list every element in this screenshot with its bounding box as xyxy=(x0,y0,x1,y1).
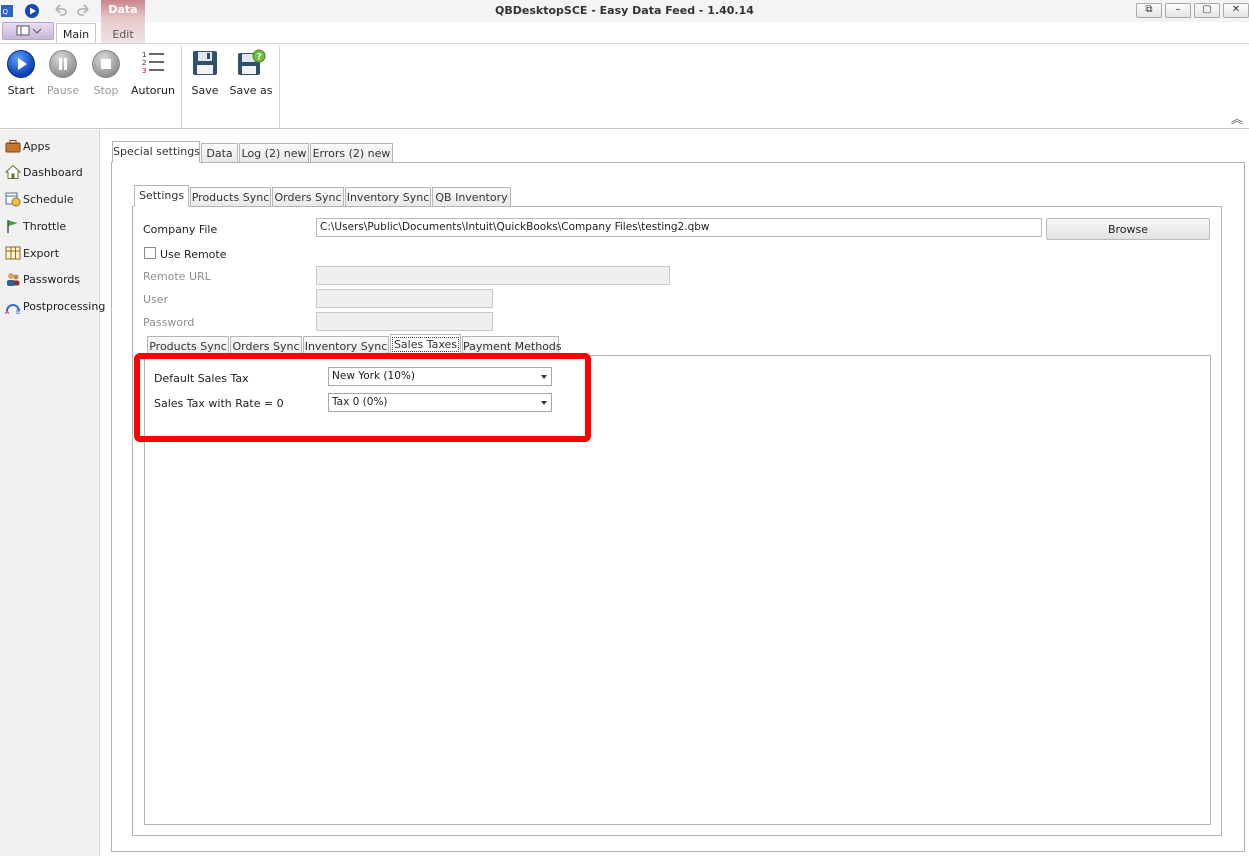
ribbon-separator xyxy=(279,46,280,128)
tab-inventory-sync[interactable]: Inventory Sync xyxy=(345,187,431,207)
svg-text:2: 2 xyxy=(142,59,146,67)
collapse-ribbon-icon[interactable]: ︽ xyxy=(1231,110,1243,127)
tab-main[interactable]: Main xyxy=(56,23,96,43)
company-file-input[interactable]: C:\Users\Public\Documents\Intuit\QuickBo… xyxy=(316,218,1042,237)
svg-text:A: A xyxy=(5,309,10,314)
sidebar-item-apps[interactable]: Apps xyxy=(5,136,50,156)
user-input[interactable] xyxy=(316,289,493,308)
table-icon xyxy=(5,246,21,260)
close-button[interactable]: ✕ xyxy=(1223,3,1249,18)
sidebar-item-dashboard[interactable]: Dashboard xyxy=(5,162,83,182)
save-label: Save xyxy=(191,84,219,97)
browse-button[interactable]: Browse xyxy=(1046,218,1210,240)
tab-orders-sync[interactable]: Orders Sync xyxy=(272,187,344,207)
use-remote-label: Use Remote xyxy=(160,248,227,261)
user-label: User xyxy=(143,293,169,306)
autorun-label: Autorun xyxy=(131,84,176,97)
stop-button[interactable]: Stop xyxy=(89,48,123,106)
use-remote-checkbox[interactable] xyxy=(144,247,156,259)
company-file-label: Company File xyxy=(143,223,218,236)
save-as-icon: ? xyxy=(235,48,267,78)
tab-errors[interactable]: Errors (2) new xyxy=(310,143,393,163)
ribbon-separator xyxy=(181,46,182,128)
svg-text:?: ? xyxy=(257,53,262,63)
sidebar-item-passwords[interactable]: Passwords xyxy=(5,269,80,289)
save-as-button[interactable]: ? Save as xyxy=(228,48,274,106)
svg-text:1: 1 xyxy=(142,51,146,59)
left-navigation xyxy=(0,130,100,856)
tab-special-settings[interactable]: Special settings xyxy=(112,141,200,163)
password-label: Password xyxy=(143,316,195,329)
pause-label: Pause xyxy=(46,84,80,97)
stop-icon xyxy=(92,50,120,78)
restore-layout-button[interactable]: ⧉ xyxy=(1136,3,1162,18)
postprocessing-icon: AB xyxy=(5,304,20,314)
minimize-button[interactable]: – xyxy=(1165,3,1191,18)
list-numbered-icon: 123 xyxy=(138,48,168,78)
password-input[interactable] xyxy=(316,312,493,331)
sidebar-item-label: Export xyxy=(23,246,60,260)
window-title: QBDesktopSCE - Easy Data Feed - 1.40.14 xyxy=(495,4,754,17)
sidebar-item-label: Apps xyxy=(23,139,51,153)
sidebar-item-throttle[interactable]: Throttle xyxy=(5,216,66,236)
sidebar-item-schedule[interactable]: Schedule xyxy=(5,189,74,209)
pause-icon xyxy=(49,50,77,78)
sidebar-item-label: Passwords xyxy=(23,272,81,286)
pause-button[interactable]: Pause xyxy=(45,48,81,106)
tab-data[interactable]: Data xyxy=(201,143,238,163)
sidebar-item-label: Throttle xyxy=(23,219,67,233)
start-button[interactable]: Start xyxy=(4,48,38,106)
highlight-annotation xyxy=(134,353,591,442)
tab-products-sync[interactable]: Products Sync xyxy=(190,187,271,207)
sidebar-item-label: Dashboard xyxy=(23,165,83,179)
svg-text:3: 3 xyxy=(142,67,146,75)
maximize-button[interactable]: ▢ xyxy=(1194,3,1220,18)
sidebar-item-postprocessing[interactable]: AB Postprocessing xyxy=(5,296,105,316)
briefcase-icon xyxy=(5,140,21,153)
save-as-label: Save as xyxy=(229,84,273,97)
tab-qb-inventory[interactable]: QB Inventory xyxy=(432,187,511,207)
tab-log[interactable]: Log (2) new xyxy=(239,143,309,163)
sidebar-item-export[interactable]: Export xyxy=(5,243,59,263)
floppy-disk-icon xyxy=(190,48,220,78)
tab-settings[interactable]: Settings xyxy=(134,185,189,207)
autorun-button[interactable]: 123 Autorun xyxy=(131,48,175,106)
home-icon xyxy=(5,164,21,179)
sidebar-item-label: Schedule xyxy=(23,192,74,206)
stop-label: Stop xyxy=(93,84,119,97)
remote-url-input[interactable] xyxy=(316,266,670,285)
sales-taxes-tab-label: Sales Taxes xyxy=(391,337,460,352)
play-icon xyxy=(7,50,35,78)
start-label: Start xyxy=(7,84,35,97)
tab-edit[interactable]: Edit xyxy=(101,24,145,42)
flag-icon xyxy=(7,220,18,233)
schedule-icon xyxy=(5,192,21,207)
sidebar-item-label: Postprocessing xyxy=(23,299,106,313)
save-button[interactable]: Save xyxy=(188,48,222,106)
app-menu-button[interactable] xyxy=(2,22,54,40)
remote-url-label: Remote URL xyxy=(143,270,211,283)
svg-text:B: B xyxy=(16,309,20,314)
users-icon xyxy=(7,273,20,286)
